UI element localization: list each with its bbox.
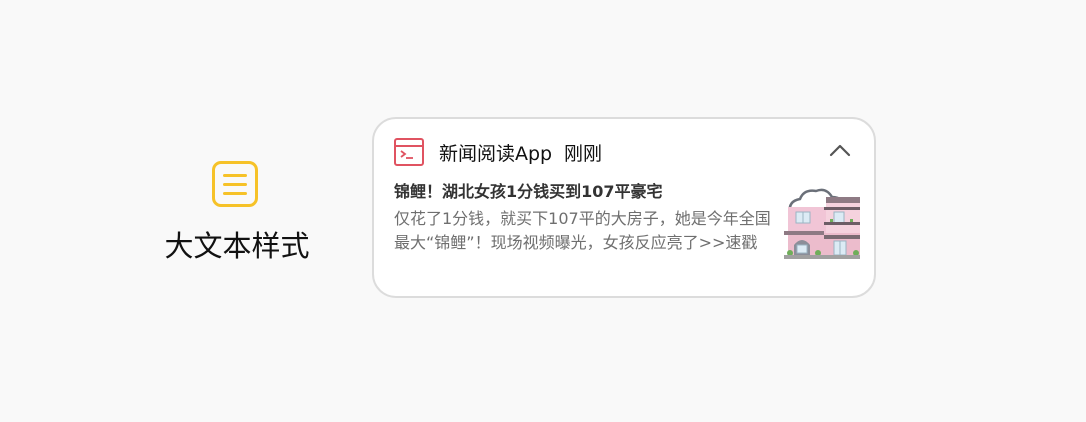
notification-body: 仅花了1分钱，就买下107平的大房子，她是今年全国最大“锦鲤”！现场视频曝光，女… [394,209,771,252]
notification-title: 锦鲤！湖北女孩1分钱买到107平豪宅 [394,182,663,201]
app-name: 新闻阅读App [439,143,553,165]
list-icon [212,161,258,207]
terminal-icon [394,138,424,166]
timestamp: 刚刚 [564,143,603,165]
chevron-up-icon[interactable] [826,139,854,163]
style-label: 大文本样式 [164,229,310,263]
house-image [784,185,860,259]
notification-card[interactable]: 新闻阅读App 刚刚 锦鲤！湖北女孩1分钱买到107平豪宅 仅花了1分钱，就买下… [372,117,876,298]
